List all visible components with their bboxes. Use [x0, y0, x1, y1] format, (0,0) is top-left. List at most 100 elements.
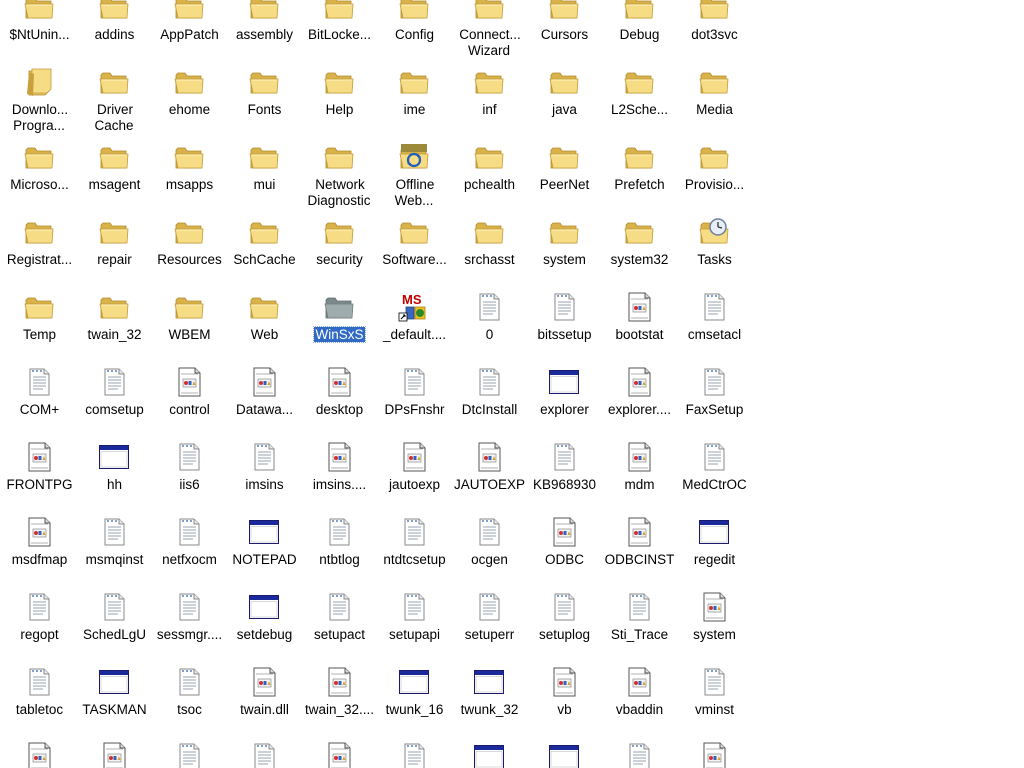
file-item-security[interactable]: security — [302, 195, 377, 270]
file-item-repair[interactable]: repair — [77, 195, 152, 270]
file-item-setuplog[interactable]: setuplog — [527, 570, 602, 645]
file-item-odbc[interactable]: ODBC — [527, 495, 602, 570]
file-item-provisio[interactable]: Provisio... — [677, 120, 752, 195]
file-item-hh[interactable]: hh — [77, 420, 152, 495]
file-item-bitssetup[interactable]: bitssetup — [527, 270, 602, 345]
file-item-unnamed[interactable] — [2, 720, 77, 768]
file-item-msdfmap[interactable]: msdfmap — [2, 495, 77, 570]
file-item-unnamed[interactable] — [77, 720, 152, 768]
file-item-unnamed[interactable] — [152, 720, 227, 768]
file-item-vminst[interactable]: vminst — [677, 645, 752, 720]
file-item-unnamed[interactable] — [377, 720, 452, 768]
file-item-ntunin[interactable]: $NtUnin... — [2, 0, 77, 45]
file-item-taskman[interactable]: TASKMAN — [77, 645, 152, 720]
file-item-peernet[interactable]: PeerNet — [527, 120, 602, 195]
file-item-jautoexp[interactable]: JAUTOEXP — [452, 420, 527, 495]
file-item-ocgen[interactable]: ocgen — [452, 495, 527, 570]
file-item-unnamed[interactable] — [227, 720, 302, 768]
file-item-twain-dll[interactable]: twain.dll — [227, 645, 302, 720]
file-item-odbcinst[interactable]: ODBCINST — [602, 495, 677, 570]
file-item-microso[interactable]: Microso... — [2, 120, 77, 195]
file-item-driver-cache[interactable]: Driver Cache — [77, 45, 152, 133]
file-item-schcache[interactable]: SchCache — [227, 195, 302, 270]
file-item-msagent[interactable]: msagent — [77, 120, 152, 195]
file-item-setdebug[interactable]: setdebug — [227, 570, 302, 645]
file-item-unnamed[interactable] — [527, 720, 602, 768]
file-item-winsxs[interactable]: WinSxS — [302, 270, 377, 345]
file-item-network-diagnostic[interactable]: Network Diagnostic — [302, 120, 377, 208]
file-item-ime[interactable]: ime — [377, 45, 452, 120]
file-item-notepad[interactable]: NOTEPAD — [227, 495, 302, 570]
file-item-explorer[interactable]: explorer — [527, 345, 602, 420]
file-item-schedlgu[interactable]: SchedLgU — [77, 570, 152, 645]
file-item-0[interactable]: 0 — [452, 270, 527, 345]
file-item-ehome[interactable]: ehome — [152, 45, 227, 120]
file-item-bitlocke[interactable]: BitLocke... — [302, 0, 377, 45]
file-item-system[interactable]: system — [527, 195, 602, 270]
file-item-msapps[interactable]: msapps — [152, 120, 227, 195]
file-item-msmqinst[interactable]: msmqinst — [77, 495, 152, 570]
file-item-system32[interactable]: system32 — [602, 195, 677, 270]
file-item-twunk-32[interactable]: twunk_32 — [452, 645, 527, 720]
file-item-unnamed[interactable] — [602, 720, 677, 768]
file-item-media[interactable]: Media — [677, 45, 752, 120]
file-item-regopt[interactable]: regopt — [2, 570, 77, 645]
file-item-jautoexp[interactable]: jautoexp — [377, 420, 452, 495]
file-item-inf[interactable]: inf — [452, 45, 527, 120]
file-item-cursors[interactable]: Cursors — [527, 0, 602, 45]
file-item-imsins[interactable]: imsins — [227, 420, 302, 495]
file-item-tasks[interactable]: Tasks — [677, 195, 752, 270]
file-item-connect-wizard[interactable]: Connect... Wizard — [452, 0, 527, 58]
file-item-twunk-16[interactable]: twunk_16 — [377, 645, 452, 720]
file-item-fonts[interactable]: Fonts — [227, 45, 302, 120]
file-item-com[interactable]: COM+ — [2, 345, 77, 420]
file-item-datawa[interactable]: Datawa... — [227, 345, 302, 420]
file-item-frontpg[interactable]: FRONTPG — [2, 420, 77, 495]
file-item-twain-32[interactable]: twain_32 — [77, 270, 152, 345]
file-item-setupapi[interactable]: setupapi — [377, 570, 452, 645]
file-item-tabletoc[interactable]: tabletoc — [2, 645, 77, 720]
file-item-netfxocm[interactable]: netfxocm — [152, 495, 227, 570]
file-item-ntdtcsetup[interactable]: ntdtcsetup — [377, 495, 452, 570]
file-item-downlo-progra[interactable]: Downlo... Progra... — [2, 45, 77, 133]
file-item-desktop[interactable]: desktop — [302, 345, 377, 420]
file-item-registrat[interactable]: Registrat... — [2, 195, 77, 270]
file-item-temp[interactable]: Temp — [2, 270, 77, 345]
file-item-kb968930[interactable]: KB968930 — [527, 420, 602, 495]
file-item-setupact[interactable]: setupact — [302, 570, 377, 645]
file-item-setuperr[interactable]: setuperr — [452, 570, 527, 645]
file-item-unnamed[interactable] — [452, 720, 527, 768]
file-item-config[interactable]: Config — [377, 0, 452, 45]
file-item-default[interactable]: MS _default.... — [377, 270, 452, 345]
file-item-unnamed[interactable] — [677, 720, 752, 768]
file-item-medctroc[interactable]: MedCtrOC — [677, 420, 752, 495]
file-item-iis6[interactable]: iis6 — [152, 420, 227, 495]
file-item-faxsetup[interactable]: FaxSetup — [677, 345, 752, 420]
file-item-mdm[interactable]: mdm — [602, 420, 677, 495]
file-item-bootstat[interactable]: bootstat — [602, 270, 677, 345]
file-item-imsins[interactable]: imsins.... — [302, 420, 377, 495]
file-item-sti-trace[interactable]: Sti_Trace — [602, 570, 677, 645]
file-item-cmsetacl[interactable]: cmsetacl — [677, 270, 752, 345]
file-item-control[interactable]: control — [152, 345, 227, 420]
file-item-dpsfnshr[interactable]: DPsFnshr — [377, 345, 452, 420]
file-item-help[interactable]: Help — [302, 45, 377, 120]
folder-view[interactable]: $NtUnin... addins AppPatch assembly BitL… — [0, 0, 1024, 768]
file-item-system[interactable]: system — [677, 570, 752, 645]
file-item-vbaddin[interactable]: vbaddin — [602, 645, 677, 720]
file-item-apppatch[interactable]: AppPatch — [152, 0, 227, 45]
file-item-tsoc[interactable]: tsoc — [152, 645, 227, 720]
file-item-l2sche[interactable]: L2Sche... — [602, 45, 677, 120]
file-item-comsetup[interactable]: comsetup — [77, 345, 152, 420]
file-item-ntbtlog[interactable]: ntbtlog — [302, 495, 377, 570]
file-item-srchasst[interactable]: srchasst — [452, 195, 527, 270]
file-item-vb[interactable]: vb — [527, 645, 602, 720]
file-item-software[interactable]: Software... — [377, 195, 452, 270]
file-item-dtcinstall[interactable]: DtcInstall — [452, 345, 527, 420]
file-item-dot3svc[interactable]: dot3svc — [677, 0, 752, 45]
file-item-resources[interactable]: Resources — [152, 195, 227, 270]
file-item-pchealth[interactable]: pchealth — [452, 120, 527, 195]
file-item-sessmgr[interactable]: sessmgr.... — [152, 570, 227, 645]
file-item-explorer[interactable]: explorer.... — [602, 345, 677, 420]
file-item-twain-32[interactable]: twain_32.... — [302, 645, 377, 720]
